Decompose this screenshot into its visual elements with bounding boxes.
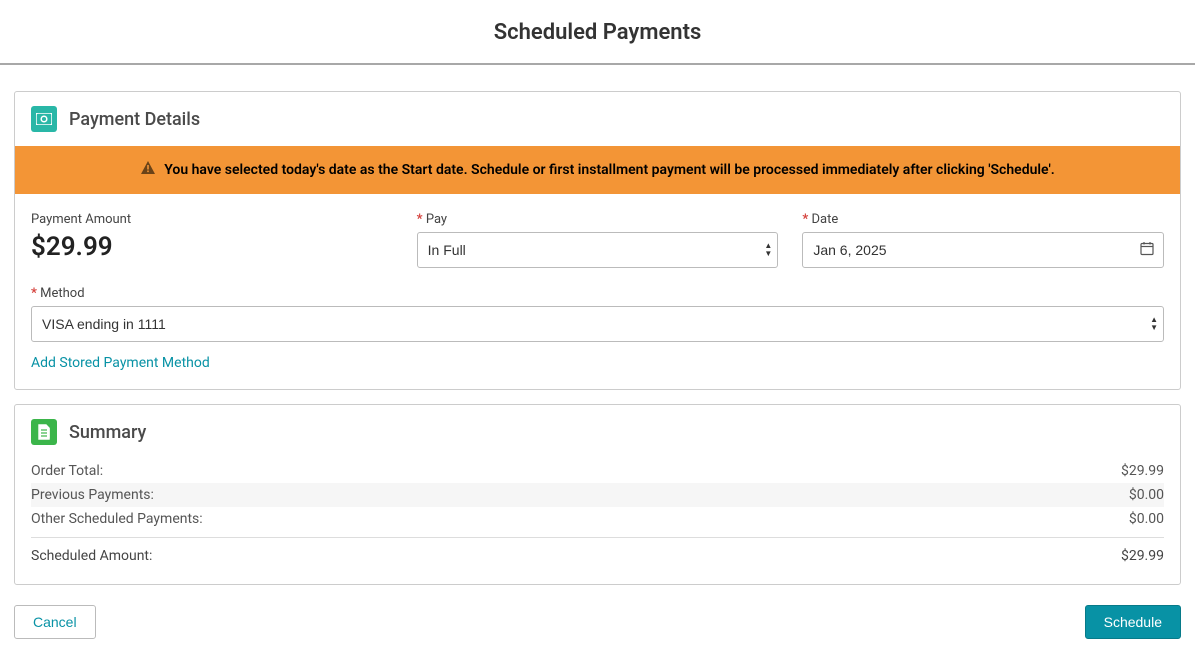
summary-row: Previous Payments: $0.00 xyxy=(31,483,1164,507)
summary-total-value: $29.99 xyxy=(1121,548,1164,564)
amount-label: Payment Amount xyxy=(31,212,393,227)
summary-total-label: Scheduled Amount: xyxy=(31,548,152,564)
pay-select[interactable]: ▲▼ xyxy=(417,232,779,268)
summary-total-row: Scheduled Amount: $29.99 xyxy=(31,537,1164,568)
page-title: Scheduled Payments xyxy=(0,0,1195,65)
summary-heading: Summary xyxy=(69,422,146,443)
summary-row-value: $0.00 xyxy=(1129,511,1164,527)
date-picker[interactable] xyxy=(802,232,1164,268)
cancel-button[interactable]: Cancel xyxy=(14,605,96,639)
summary-row-label: Previous Payments: xyxy=(31,487,154,503)
schedule-button[interactable]: Schedule xyxy=(1085,605,1181,639)
summary-icon xyxy=(31,419,57,445)
summary-card: Summary Order Total: $29.99 Previous Pay… xyxy=(14,404,1181,585)
summary-row-value: $29.99 xyxy=(1121,463,1164,479)
payment-details-heading: Payment Details xyxy=(69,109,200,130)
summary-row-value: $0.00 xyxy=(1129,487,1164,503)
warning-icon xyxy=(140,160,156,180)
action-bar: Cancel Schedule xyxy=(14,599,1181,639)
summary-row-label: Other Scheduled Payments: xyxy=(31,511,203,527)
amount-value: $29.99 xyxy=(31,232,393,262)
alert-bar: You have selected today's date as the St… xyxy=(15,146,1180,194)
payment-details-card: Payment Details You have selected today'… xyxy=(14,91,1181,390)
alert-text: You have selected today's date as the St… xyxy=(164,162,1055,178)
summary-header: Summary xyxy=(15,405,1180,459)
payment-details-header: Payment Details xyxy=(15,92,1180,146)
date-input[interactable] xyxy=(802,232,1164,268)
date-label: Date xyxy=(802,212,1164,227)
method-label: Method xyxy=(31,286,1164,301)
payment-icon xyxy=(31,106,57,132)
summary-row: Other Scheduled Payments: $0.00 xyxy=(31,507,1164,531)
method-select[interactable]: ▲▼ xyxy=(31,306,1164,342)
pay-select-input[interactable] xyxy=(417,232,779,268)
method-select-input[interactable] xyxy=(31,306,1164,342)
add-payment-method-link[interactable]: Add Stored Payment Method xyxy=(31,355,210,371)
summary-row-label: Order Total: xyxy=(31,463,103,479)
pay-label: Pay xyxy=(417,212,779,227)
summary-row: Order Total: $29.99 xyxy=(31,459,1164,483)
